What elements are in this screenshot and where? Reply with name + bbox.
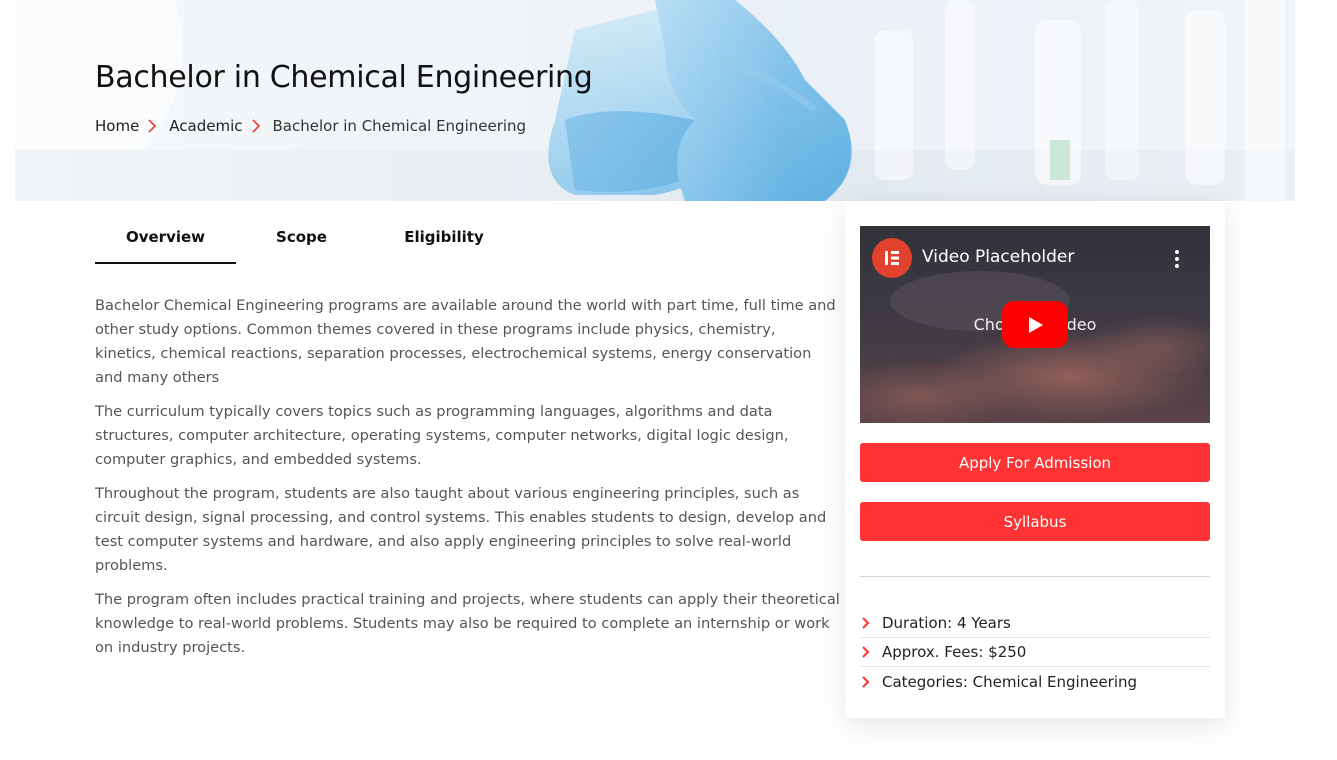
overview-paragraph: Throughout the program, students are als…: [95, 485, 827, 574]
breadcrumb-academic[interactable]: Academic: [169, 117, 242, 135]
apply-for-admission-button[interactable]: Apply For Admission: [860, 443, 1210, 482]
tab-overview[interactable]: Overview: [95, 214, 236, 264]
fact-duration: Duration: 4 Years: [860, 609, 1210, 638]
tab-scope[interactable]: Scope: [231, 214, 372, 264]
breadcrumb: Home Academic Bachelor in Chemical Engin…: [95, 117, 526, 135]
overview-content: Bachelor Chemical Engineering programs a…: [95, 294, 840, 670]
overview-paragraph: Bachelor Chemical Engineering programs a…: [95, 297, 836, 386]
fact-text: Approx. Fees: $250: [882, 643, 1027, 661]
chevron-right-icon: [862, 646, 870, 658]
youtube-play-icon[interactable]: [1002, 301, 1068, 348]
divider: [860, 576, 1210, 577]
breadcrumb-home[interactable]: Home: [95, 117, 139, 135]
fact-categories: Categories: Chemical Engineering: [860, 667, 1210, 696]
elementor-logo-icon: [872, 238, 912, 278]
chevron-right-icon: [862, 617, 870, 629]
syllabus-button[interactable]: Syllabus: [860, 502, 1210, 541]
fact-fees: Approx. Fees: $250: [860, 638, 1210, 667]
tab-eligibility[interactable]: Eligibility: [369, 214, 519, 264]
chevron-right-icon: [148, 119, 157, 133]
video-player[interactable]: Video Placeholder Choose a video: [860, 226, 1210, 423]
more-vertical-icon[interactable]: [1174, 250, 1180, 270]
program-facts: Duration: 4 Years Approx. Fees: $250 Cat…: [860, 609, 1210, 696]
chevron-right-icon: [251, 119, 260, 133]
program-sidebar: Video Placeholder Choose a video Apply F…: [845, 201, 1225, 718]
page-title: Bachelor in Chemical Engineering: [95, 60, 593, 95]
video-title: Video Placeholder: [922, 247, 1075, 267]
banner-overlay: [15, 0, 1295, 201]
fact-text: Categories: Chemical Engineering: [882, 672, 1138, 691]
page-header-banner: Bachelor in Chemical Engineering Home Ac…: [15, 0, 1295, 201]
chevron-right-icon: [862, 675, 870, 688]
fact-text: Duration: 4 Years: [882, 614, 1011, 632]
breadcrumb-current: Bachelor in Chemical Engineering: [272, 117, 527, 135]
overview-paragraph: The program often includes practical tra…: [95, 591, 840, 656]
program-tabs: Overview Scope Eligibility: [95, 214, 519, 264]
overview-paragraph: The curriculum typically covers topics s…: [95, 403, 789, 468]
